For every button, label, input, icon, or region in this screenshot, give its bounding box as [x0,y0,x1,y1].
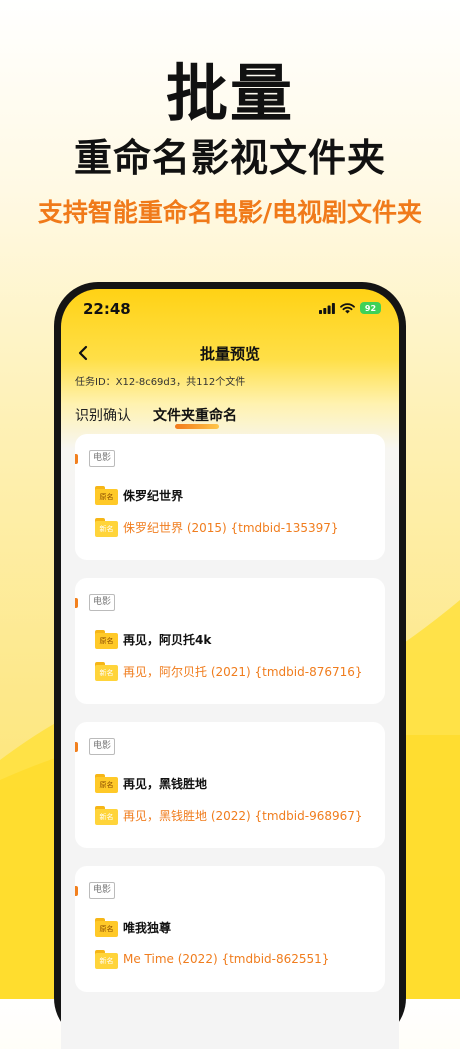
signal-icon [319,302,335,314]
original-name: 唯我独尊 [123,920,172,935]
rename-card[interactable]: 电影 原名 侏罗纪世界 新名 侏罗纪世界 (2015) {tmdbid-1353… [75,434,385,560]
rename-card[interactable]: 电影 原名 再见，黑钱胜地 新名 再见，黑钱胜地 (2022) {tmdbid-… [75,722,385,848]
folder-icon: 新名 [95,517,118,537]
task-info: 任务ID：X12-8c69d3，共112个文件 [75,377,246,388]
original-name-row: 原名 再见，阿贝托4k [95,628,211,650]
media-type-tag: 电影 [89,882,116,899]
status-time: 22:48 [83,300,131,318]
media-type-tag: 电影 [89,594,116,611]
tab-recognition-confirm[interactable]: 识别确认 [75,405,131,425]
hero-title: 批量 [165,57,294,130]
nav-bar: 批量预览 [61,339,399,367]
new-name-row: 新名 再见，黑钱胜地 (2022) {tmdbid-968967} [95,804,363,826]
new-name-row: 新名 Me Time (2022) {tmdbid-862551} [95,948,329,970]
new-name: 再见，阿尔贝托 (2021) {tmdbid-876716} [123,664,363,679]
folder-icon: 新名 [95,661,118,681]
card-accent [75,598,78,608]
media-type-tag: 电影 [89,450,116,467]
wifi-icon [340,302,355,313]
new-name-row: 新名 侏罗纪世界 (2015) {tmdbid-135397} [95,516,339,538]
status-icons: 92 [319,302,381,314]
tab-indicator [175,424,219,429]
folder-icon: 原名 [95,917,118,937]
phone-screen: 22:48 92 批量预览 任务ID：X12-8c69d3，共112个文件 识别… [61,289,399,1049]
hero-subtitle: 重命名影视文件夹 [73,136,386,180]
rename-card[interactable]: 电影 原名 唯我独尊 新名 Me Time (2022) {tmdbid-862… [75,866,385,992]
original-name-row: 原名 侏罗纪世界 [95,484,183,506]
media-type-tag: 电影 [89,738,116,755]
card-accent [75,454,78,464]
new-name: 再见，黑钱胜地 (2022) {tmdbid-968967} [123,808,363,823]
status-bar: 22:48 92 [61,289,399,325]
folder-icon: 原名 [95,485,118,505]
folder-icon: 原名 [95,629,118,649]
original-name-row: 原名 唯我独尊 [95,916,171,938]
card-accent [75,742,78,752]
original-name: 再见，黑钱胜地 [123,776,208,791]
battery-icon: 92 [360,302,381,314]
tab-folder-rename[interactable]: 文件夹重命名 [153,405,237,425]
original-name-row: 原名 再见，黑钱胜地 [95,772,207,794]
original-name: 再见，阿贝托4k [123,632,212,647]
phone-frame: 22:48 92 批量预览 任务ID：X12-8c69d3，共112个文件 识别… [54,282,406,1049]
page-title: 批量预览 [199,345,260,363]
new-name: Me Time (2022) {tmdbid-862551} [123,952,330,966]
card-accent [75,886,78,896]
rename-card[interactable]: 电影 原名 再见，阿贝托4k 新名 再见，阿尔贝托 (2021) {tmdbid… [75,578,385,704]
new-name-row: 新名 再见，阿尔贝托 (2021) {tmdbid-876716} [95,660,363,682]
new-name: 侏罗纪世界 (2015) {tmdbid-135397} [123,520,339,535]
folder-icon: 原名 [95,773,118,793]
battery-level: 92 [364,303,377,313]
folder-icon: 新名 [95,949,118,969]
original-name: 侏罗纪世界 [123,488,184,503]
folder-icon: 新名 [95,805,118,825]
hero-tagline: 支持智能重命名电影/电视剧文件夹 [37,198,423,227]
